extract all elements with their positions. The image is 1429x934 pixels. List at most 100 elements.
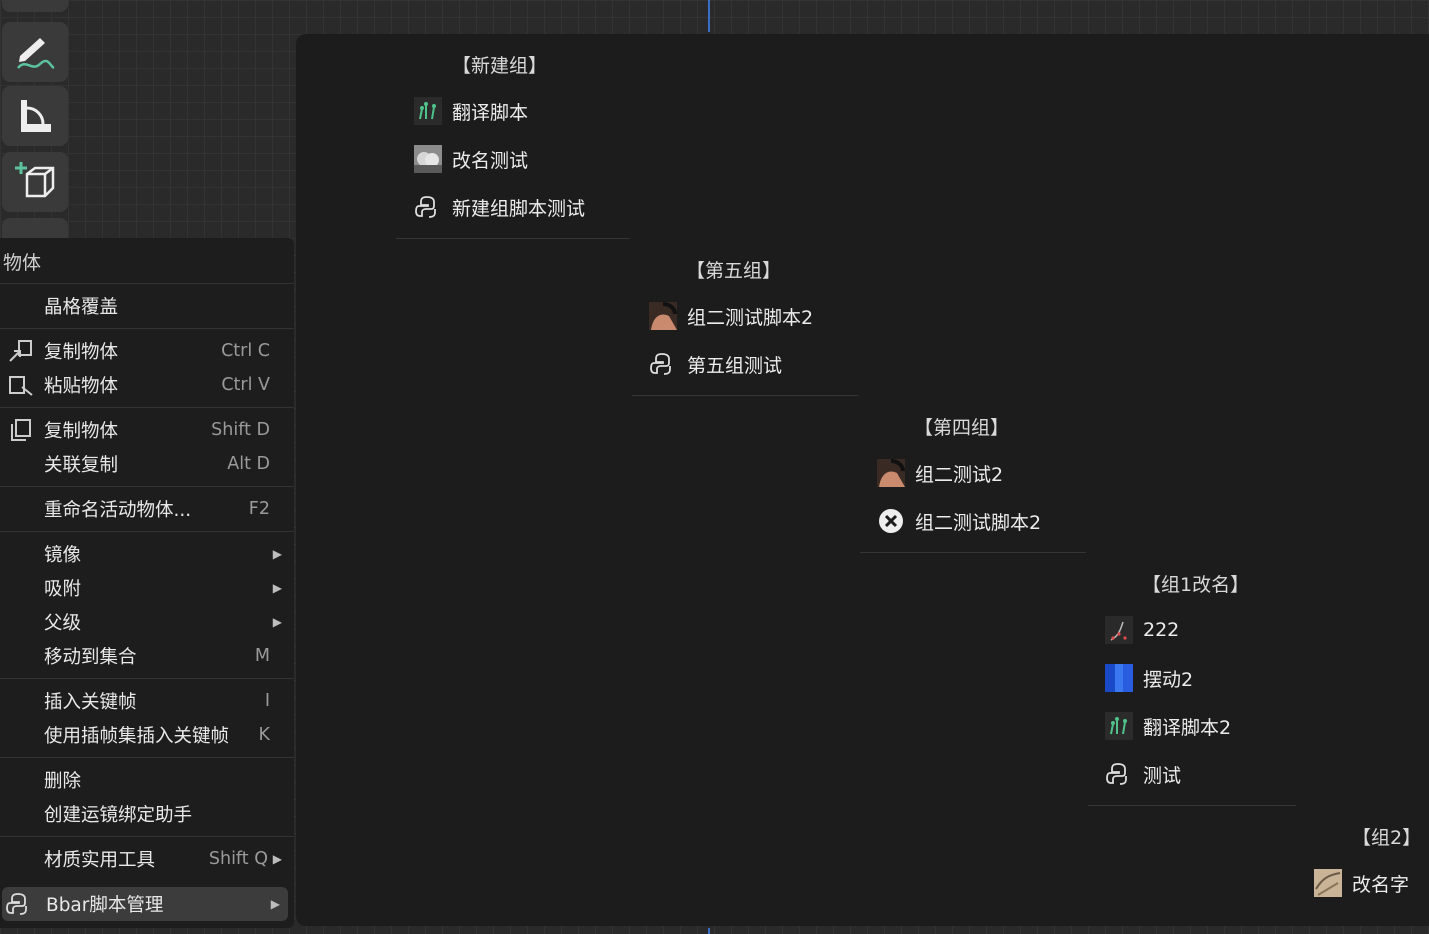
menu-item-paste-from-buffer[interactable]: 粘贴物体 Ctrl V: [0, 368, 290, 402]
script-item[interactable]: 改名测试: [414, 140, 528, 178]
menu-item-duplicate[interactable]: 复制物体 Shift D: [0, 413, 290, 447]
script-item-label: 新建组脚本测试: [452, 197, 586, 220]
submenu-arrow-icon: ▶: [270, 897, 280, 911]
menu-item-label: 删除: [44, 771, 82, 792]
script-item[interactable]: 测试: [1105, 755, 1181, 793]
menu-item-bbar-script-manager[interactable]: Bbar脚本管理 ▶: [2, 887, 288, 921]
group-separator: [860, 552, 1086, 553]
script-item-label: 摆动2: [1143, 668, 1194, 691]
menu-item-label: 镜像: [44, 545, 82, 566]
menu-item-label: 插入关键帧: [44, 692, 137, 713]
menu-separator: [0, 678, 294, 679]
cloud-thumbnail-icon: [414, 145, 442, 173]
menu-item-label: 吸附: [44, 579, 82, 600]
menu-item-shortcut: K: [258, 725, 270, 745]
menu-item-copy-to-buffer[interactable]: 复制物体 Ctrl C: [0, 334, 290, 368]
menu-separator: [0, 328, 294, 329]
menu-item-duplicate-linked[interactable]: 关联复制 Alt D: [0, 447, 290, 481]
group-header: 【组2】: [1352, 827, 1422, 849]
menu-item-shortcut: Alt D: [227, 454, 270, 474]
script-item-label: 测试: [1143, 764, 1182, 787]
menu-item-shortcut: Ctrl C: [221, 341, 270, 361]
menu-separator: [0, 407, 294, 408]
menu-item-label: 创建运镜绑定助手: [44, 805, 193, 826]
python-icon: [6, 893, 27, 915]
script-item[interactable]: 翻译脚本2: [1105, 707, 1231, 745]
duplicate-icon: [11, 419, 31, 441]
menu-item-lattice[interactable]: 晶格覆盖: [0, 289, 290, 323]
timeline-marker-line-bottom: [708, 928, 710, 934]
submenu-arrow-icon: ▶: [272, 615, 282, 629]
menu-item-shortcut: F2: [248, 499, 270, 519]
pencil-line-icon: [17, 38, 55, 70]
script-item[interactable]: 222: [1105, 611, 1179, 649]
menu-item-label: 粘贴物体: [44, 376, 119, 397]
menu-item-label: 父级: [44, 613, 82, 634]
script-item-label: 翻译脚本: [452, 101, 529, 124]
menu-item-shortcut: Shift D: [211, 420, 270, 440]
menu-item-material-utilities[interactable]: 材质实用工具 Shift Q ▶: [0, 842, 290, 876]
script-item-label: 组二测试2: [915, 463, 1004, 486]
toolbar-partial-button[interactable]: [2, 218, 68, 238]
group-header: 【新建组】: [452, 55, 548, 77]
menu-item-label: 关联复制: [44, 455, 119, 476]
menu-item-insert-keyframe[interactable]: 插入关键帧 I: [0, 684, 290, 718]
paste-from-buffer-icon: [9, 376, 33, 396]
submenu-arrow-icon: ▶: [272, 547, 282, 561]
menu-item-snap[interactable]: 吸附 ▶: [0, 571, 290, 605]
annotate-tool[interactable]: [2, 22, 68, 82]
menu-item-camera-rig-helper[interactable]: 创建运镜绑定助手: [0, 797, 290, 831]
python-icon: [1105, 760, 1133, 788]
menu-item-mirror[interactable]: 镜像 ▶: [0, 537, 290, 571]
timeline-marker-line: [708, 0, 710, 32]
translate-sprout-icon: [414, 97, 442, 125]
photo-thumbnail-icon: [877, 459, 905, 487]
script-item-label: 组二测试脚本2: [687, 306, 814, 329]
menu-item-shortcut: Ctrl V: [221, 375, 270, 395]
menu-separator: [0, 757, 294, 758]
script-item[interactable]: 组二测试2: [877, 454, 1003, 492]
menu-item-label: 移动到集合: [44, 647, 137, 668]
menu-item-shortcut: I: [264, 691, 270, 711]
measure-tool[interactable]: [2, 86, 68, 146]
group-header: 【组1改名】: [1142, 574, 1250, 596]
python-icon: [649, 350, 677, 378]
blue-bars-icon: [1105, 664, 1133, 692]
group-separator: [632, 395, 858, 396]
menu-item-delete[interactable]: 删除: [0, 763, 290, 797]
script-item[interactable]: 新建组脚本测试: [414, 188, 585, 226]
menu-item-label: 材质实用工具: [44, 850, 156, 871]
script-item-label: 第五组测试: [687, 354, 783, 377]
menu-item-parent[interactable]: 父级 ▶: [0, 605, 290, 639]
script-item-label: 翻译脚本2: [1143, 716, 1232, 739]
group-header: 【第四组】: [914, 417, 1010, 439]
script-item-label: 改名测试: [452, 149, 529, 172]
menu-separator: [0, 283, 294, 284]
menu-item-move-to-collection[interactable]: 移动到集合 M: [0, 639, 290, 673]
menu-item-label: 复制物体: [44, 421, 119, 442]
script-item[interactable]: 第五组测试: [649, 345, 782, 383]
menu-item-insert-keyframe-keyingset[interactable]: 使用插帧集插入关键帧 K: [0, 718, 290, 752]
menu-item-shortcut: Shift Q: [208, 849, 268, 869]
script-item[interactable]: 改名字: [1314, 864, 1409, 902]
photo-thumbnail-icon: [649, 302, 677, 330]
group-separator: [1088, 805, 1296, 806]
script-item[interactable]: 组二测试脚本2: [877, 502, 1041, 540]
script-item-label: 组二测试脚本2: [915, 511, 1042, 534]
menu-item-rename[interactable]: 重命名活动物体... F2: [0, 492, 290, 526]
menu-separator: [0, 486, 294, 487]
script-item-label: 222: [1143, 619, 1180, 641]
script-item[interactable]: 摆动2: [1105, 659, 1193, 697]
sketch-thumbnail-icon: [1314, 869, 1342, 897]
menu-item-label: 使用插帧集插入关键帧: [44, 726, 230, 747]
toolbar-top-button[interactable]: [2, 0, 68, 12]
script-item[interactable]: 组二测试脚本2: [649, 297, 813, 335]
add-cube-icon: [15, 162, 55, 198]
add-cube-tool[interactable]: [2, 152, 68, 212]
curve-points-icon: [1105, 616, 1133, 644]
script-item-label: 改名字: [1352, 873, 1410, 896]
group-header: 【第五组】: [686, 260, 782, 282]
script-item[interactable]: 翻译脚本: [414, 92, 528, 130]
translate-sprout-icon: [1105, 712, 1133, 740]
menu-separator: [0, 531, 294, 532]
